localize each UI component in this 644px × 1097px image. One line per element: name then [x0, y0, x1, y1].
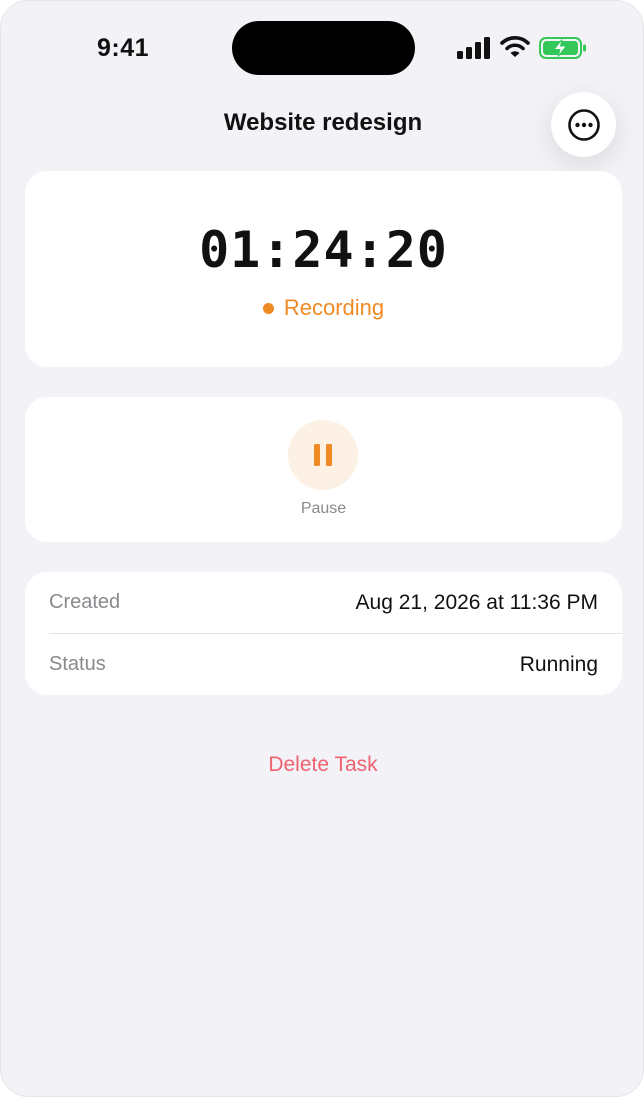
pause-icon — [314, 444, 332, 466]
detail-value: Aug 21, 2026 at 11:36 PM — [355, 590, 598, 614]
pause-button[interactable] — [288, 420, 358, 490]
detail-value: Running — [519, 652, 598, 676]
detail-row-created: Created Aug 21, 2026 at 11:36 PM — [49, 572, 622, 633]
recording-indicator: Recording — [25, 295, 622, 321]
phone-screen: 9:41 Website redesign 01:24:20 Recording… — [0, 0, 644, 1097]
timer-card: 01:24:20 Recording — [25, 171, 622, 367]
ellipsis-circle-icon — [567, 108, 600, 141]
elapsed-time: 01:24:20 — [199, 221, 448, 279]
controls-card: Pause — [25, 397, 622, 542]
details-card: Created Aug 21, 2026 at 11:36 PM Status … — [25, 572, 622, 695]
recording-dot-icon — [262, 302, 274, 314]
detail-label: Created — [49, 591, 121, 613]
more-options-button[interactable] — [551, 92, 616, 157]
battery-charging-icon — [539, 37, 586, 59]
delete-task-button[interactable]: Delete Task — [1, 753, 643, 777]
cellular-signal-icon — [457, 37, 490, 59]
page-title: Website redesign — [223, 109, 423, 136]
dynamic-island — [232, 21, 415, 75]
pause-label: Pause — [300, 500, 347, 517]
status-time: 9:41 — [97, 34, 150, 62]
wifi-icon — [500, 36, 530, 57]
detail-row-status: Status Running — [49, 634, 622, 695]
recording-label: Recording — [283, 295, 385, 320]
status-bar: 9:41 — [1, 1, 643, 97]
detail-label: Status — [49, 653, 106, 675]
